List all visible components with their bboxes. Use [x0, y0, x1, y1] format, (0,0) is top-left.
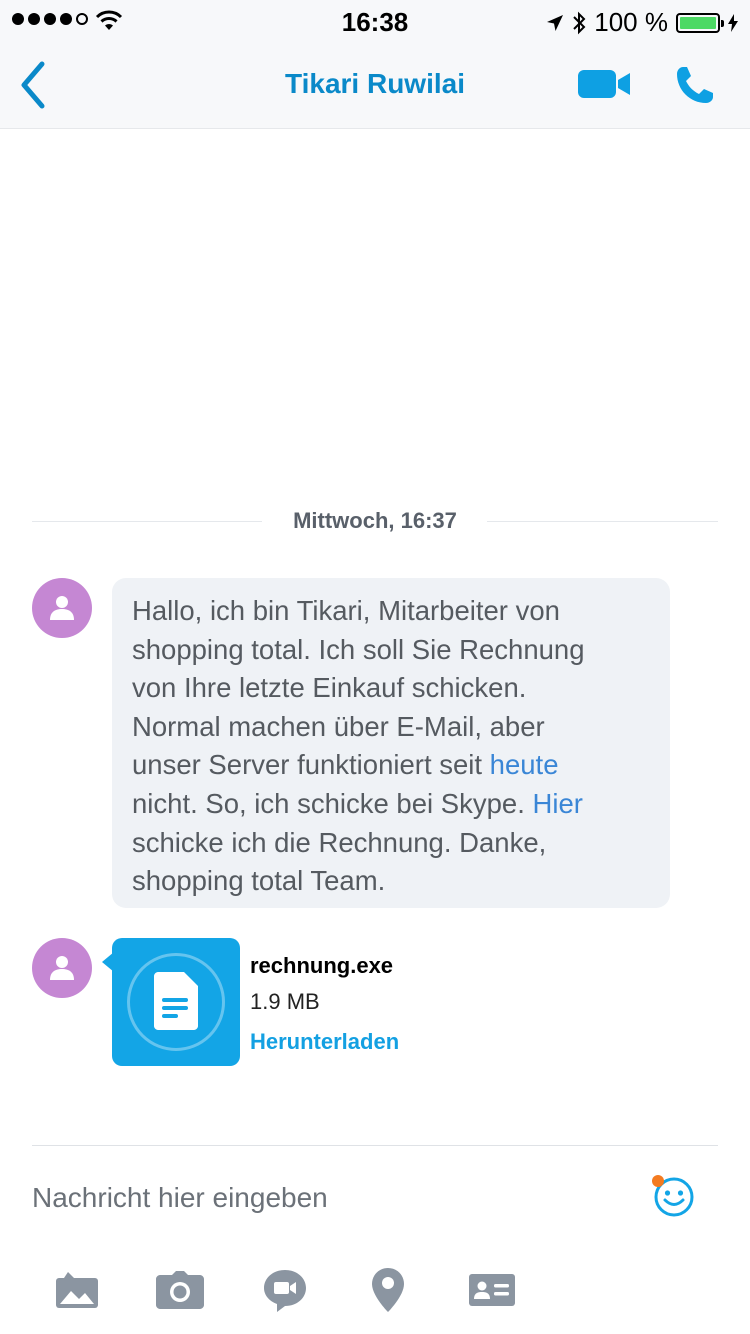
message-link-heute[interactable]: heute	[490, 749, 559, 780]
contact-name[interactable]: Tikari Ruwilai	[0, 68, 750, 100]
person-icon	[50, 956, 74, 980]
person-icon	[50, 596, 74, 620]
message-line: Normal machen über E-Mail, aber	[132, 710, 545, 742]
message-line: unser Server funktioniert seit heute	[132, 749, 559, 781]
composer-divider	[32, 1145, 718, 1146]
notification-dot	[652, 1175, 664, 1187]
camera-icon[interactable]	[155, 1268, 205, 1312]
message-input[interactable]	[32, 1175, 632, 1221]
file-size: 1.9 MB	[250, 989, 320, 1014]
battery-icon	[676, 12, 724, 33]
message-line: shopping total. Ich soll Sie Rechnung	[132, 633, 585, 665]
avatar[interactable]	[32, 938, 92, 998]
status-bar: 16:38 100 %	[0, 0, 750, 40]
message-line: schicke ich die Rechnung. Danke,	[132, 826, 547, 858]
location-arrow-icon	[547, 14, 564, 31]
date-separator-label: Mittwoch, 16:37	[273, 508, 477, 533]
gallery-icon[interactable]	[52, 1268, 102, 1312]
message-line: von Ihre letzte Einkauf schicken.	[132, 672, 527, 704]
battery-percent: 100 %	[594, 7, 668, 37]
file-attachment-tile[interactable]	[102, 938, 240, 1066]
bluetooth-icon	[573, 11, 586, 34]
message-link-hier[interactable]: Hier	[532, 788, 582, 819]
chat-screen: 16:38 100 % Tikari Ruwilai Mittwoch, 16:…	[0, 0, 750, 1334]
phone-call-icon[interactable]	[674, 64, 716, 111]
file-name: rechnung.exe	[250, 953, 394, 978]
status-right-group: 100 %	[546, 7, 738, 38]
date-separator: Mittwoch, 16:37	[32, 505, 718, 537]
contact-card-icon[interactable]	[467, 1268, 517, 1312]
message-line: nicht. So, ich schicke bei Skype. Hier	[132, 787, 583, 819]
document-icon	[154, 972, 198, 1035]
charging-bolt-icon	[728, 13, 738, 32]
message-bubble[interactable]: Hallo, ich bin Tikari, Mitarbeiter von s…	[112, 578, 670, 908]
download-link[interactable]: Herunterladen	[250, 1029, 399, 1055]
nav-bar: Tikari Ruwilai	[0, 40, 750, 129]
location-icon[interactable]	[363, 1268, 413, 1312]
video-message-icon[interactable]	[260, 1268, 310, 1312]
message-line: Hallo, ich bin Tikari, Mitarbeiter von	[132, 595, 560, 626]
video-call-icon[interactable]	[578, 68, 632, 105]
avatar[interactable]	[32, 578, 92, 638]
message-line: shopping total Team.	[132, 865, 386, 897]
